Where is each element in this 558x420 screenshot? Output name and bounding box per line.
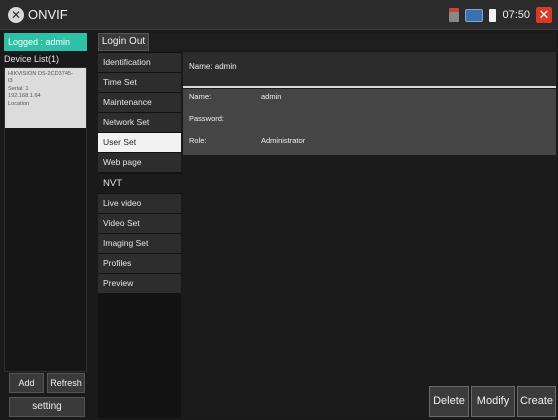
menu-item-network-set[interactable]: Network Set xyxy=(98,113,181,132)
password-label: Password: xyxy=(189,114,225,123)
storage-icon xyxy=(449,8,460,22)
battery-icon xyxy=(489,8,497,22)
device-list: HIKVISION DS-2CD3745- I3 Serial: 1 192.1… xyxy=(4,67,87,372)
close-button[interactable]: ✕ xyxy=(536,7,552,23)
menu-item-preview[interactable]: Preview xyxy=(98,274,181,293)
onvif-logo-icon: ✕ xyxy=(8,7,24,23)
device-list-title: Device List(1) xyxy=(4,54,60,64)
device-ip: 192.168.1.64 xyxy=(8,93,41,100)
selected-user-header[interactable]: Name: admin xyxy=(183,52,556,88)
selected-user-name: Name: admin xyxy=(189,62,237,71)
login-out-button[interactable]: Login Out xyxy=(98,33,149,51)
setting-button[interactable]: setting xyxy=(9,397,85,417)
settings-menu: Identification Time Set Maintenance Netw… xyxy=(98,52,181,418)
logged-user-badge: Logged : admin xyxy=(4,33,87,51)
menu-item-live-video[interactable]: Live video xyxy=(98,194,181,213)
name-label: Name: xyxy=(189,92,212,101)
role-value: Administrator xyxy=(261,136,306,145)
user-name-row[interactable]: Name: admin xyxy=(183,89,556,111)
name-value: admin xyxy=(261,92,282,101)
add-button[interactable]: Add xyxy=(9,373,44,393)
menu-item-identification[interactable]: Identification xyxy=(98,53,181,72)
refresh-button[interactable]: Refresh xyxy=(47,373,85,393)
menu-item-profiles[interactable]: Profiles xyxy=(98,254,181,273)
user-password-row[interactable]: Password: xyxy=(183,111,556,133)
user-role-row[interactable]: Role: Administrator xyxy=(183,133,556,155)
menu-item-time-set[interactable]: Time Set xyxy=(98,73,181,92)
menu-section-nvt: NVT xyxy=(98,174,181,193)
user-set-panel: Name: admin Name: admin Password: Role: … xyxy=(183,52,556,418)
device-model-cont: I3 xyxy=(8,78,13,85)
menu-item-web-page[interactable]: Web page xyxy=(98,153,181,172)
menu-item-video-set[interactable]: Video Set xyxy=(98,214,181,233)
role-label: Role: xyxy=(189,136,207,145)
device-location: Location xyxy=(8,100,30,107)
network-icon xyxy=(465,8,484,22)
device-serial: Serial: 1 xyxy=(8,85,29,92)
device-model: HIKVISION DS-2CD3745- xyxy=(8,71,73,77)
user-info-table: Name: admin Password: Role: Administrato… xyxy=(183,89,556,155)
menu-item-imaging-set[interactable]: Imaging Set xyxy=(98,234,181,253)
menu-item-maintenance[interactable]: Maintenance xyxy=(98,93,181,112)
title-bar: ✕ ONVIF 07:50 ✕ xyxy=(0,0,558,30)
modify-button[interactable]: Modify xyxy=(471,386,515,417)
header-strip xyxy=(150,33,556,51)
menu-item-user-set[interactable]: User Set xyxy=(98,133,181,152)
clock: 07:50 xyxy=(502,9,530,21)
device-item[interactable]: HIKVISION DS-2CD3745- I3 Serial: 1 192.1… xyxy=(5,68,86,128)
status-area: 07:50 ✕ xyxy=(449,6,552,24)
create-button[interactable]: Create xyxy=(517,386,556,417)
app-title: ONVIF xyxy=(28,7,68,22)
delete-button[interactable]: Delete xyxy=(429,386,469,417)
